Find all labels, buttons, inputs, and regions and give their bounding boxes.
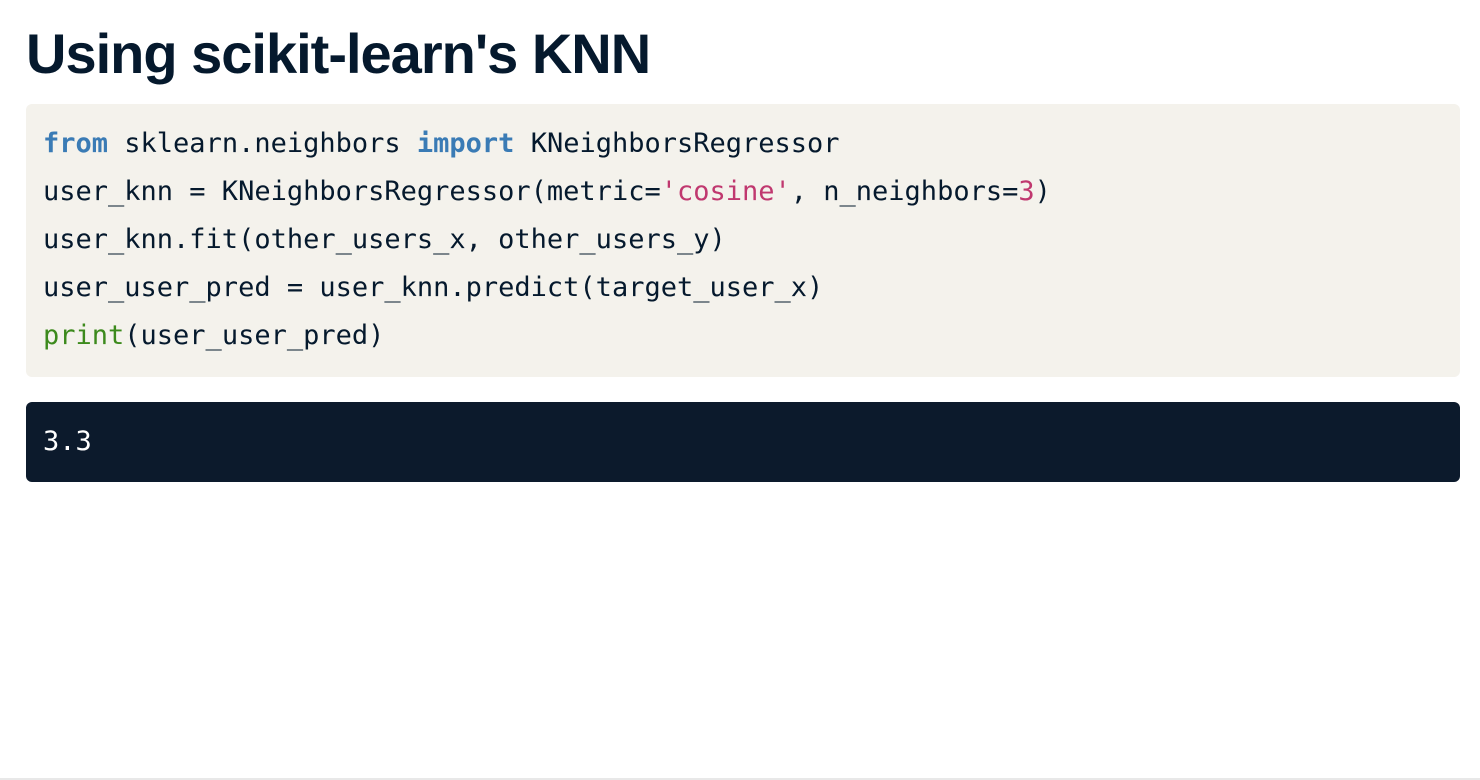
code-keyword: from — [43, 128, 109, 159]
output-text: 3.3 — [43, 426, 92, 457]
code-text: , n_neighbors= — [790, 176, 1019, 207]
code-block: from sklearn.neighbors import KNeighbors… — [26, 104, 1460, 377]
code-line: from sklearn.neighbors import KNeighbors… — [43, 126, 1460, 174]
slide-title: Using scikit-learn's KNN — [26, 22, 651, 85]
code-number: 3 — [1018, 176, 1035, 207]
code-string: 'cosine' — [660, 176, 791, 207]
code-line: user_knn = KNeighborsRegressor(metric='c… — [43, 174, 1460, 222]
code-text: sklearn.neighbors — [108, 128, 417, 159]
code-function: print — [43, 320, 125, 351]
code-keyword: import — [416, 128, 515, 159]
code-text: ) — [1034, 176, 1051, 207]
code-text: (user_user_pred) — [124, 320, 385, 351]
code-line: print(user_user_pred) — [43, 318, 1460, 366]
code-line: user_knn.fit(other_users_x, other_users_… — [43, 222, 1460, 270]
code-text: user_knn = KNeighborsRegressor(metric= — [43, 176, 661, 207]
code-line: user_user_pred = user_knn.predict(target… — [43, 270, 1460, 318]
code-text: user_knn.fit(other_users_x, other_users_… — [43, 224, 726, 255]
output-block: 3.3 — [26, 402, 1460, 482]
code-text: user_user_pred = user_knn.predict(target… — [43, 272, 824, 303]
code-text: KNeighborsRegressor — [514, 128, 840, 159]
